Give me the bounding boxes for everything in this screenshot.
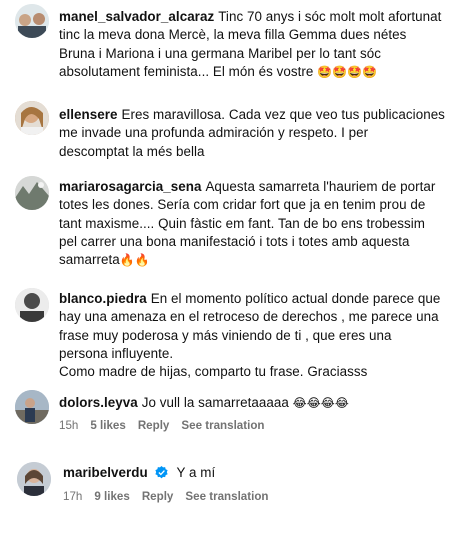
avatar[interactable] bbox=[15, 176, 49, 210]
comment-text: dolors.leyva Jo vull la samarretaaaaa 😂😂😂… bbox=[59, 395, 349, 410]
laughing-emoji: 😂😂😂😂 bbox=[292, 396, 349, 410]
comment-text: blanco.piedra En el momento político actu… bbox=[59, 291, 441, 380]
comment-meta: 17h 9 likes Reply See translation bbox=[63, 490, 281, 503]
username[interactable]: manel_salvador_alcaraz bbox=[59, 9, 214, 24]
comment-text: maribelverdu Y a mí bbox=[63, 465, 216, 480]
avatar[interactable] bbox=[15, 390, 49, 424]
comment-meta: 15h 5 likes Reply See translation bbox=[59, 419, 277, 432]
see-translation-button[interactable]: See translation bbox=[181, 419, 264, 432]
see-translation-button[interactable]: See translation bbox=[185, 490, 268, 503]
username[interactable]: dolors.leyva bbox=[59, 395, 138, 410]
comment-text: ellensere Eres maravillosa. Cada vez que … bbox=[59, 107, 445, 159]
reply-button[interactable]: Reply bbox=[138, 419, 170, 432]
username[interactable]: mariarosagarcia_sena bbox=[59, 179, 201, 194]
likes-count[interactable]: 9 likes bbox=[94, 490, 129, 503]
reply-button[interactable]: Reply bbox=[142, 490, 174, 503]
avatar[interactable] bbox=[17, 462, 51, 496]
fire-emoji: 🔥🔥 bbox=[119, 253, 150, 268]
avatar[interactable] bbox=[15, 4, 49, 38]
username[interactable]: ellensere bbox=[59, 107, 118, 122]
timestamp: 17h bbox=[63, 490, 83, 503]
likes-count[interactable]: 5 likes bbox=[90, 419, 125, 432]
star-eyes-emoji: 🤩🤩🤩🤩 bbox=[317, 64, 378, 79]
username[interactable]: blanco.piedra bbox=[59, 291, 147, 306]
comment-text: mariarosagarcia_sena Aquesta samarreta l'… bbox=[59, 179, 436, 268]
username[interactable]: maribelverdu bbox=[63, 465, 148, 480]
comment-text: manel_salvador_alcaraz Tinc 70 anys i sóc… bbox=[59, 9, 442, 79]
timestamp: 15h bbox=[59, 419, 79, 432]
verified-badge-icon bbox=[155, 466, 168, 479]
avatar[interactable] bbox=[15, 101, 49, 135]
avatar[interactable] bbox=[15, 288, 49, 322]
